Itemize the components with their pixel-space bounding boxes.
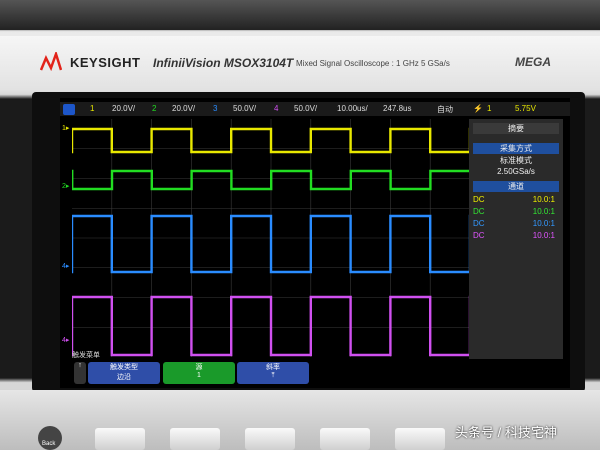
channel-header: 通道: [473, 181, 559, 192]
ch2-number[interactable]: 2: [152, 104, 156, 113]
acq-mode-value: 标准模式: [500, 156, 532, 165]
ch1-scale[interactable]: 20.0V/: [112, 104, 135, 113]
background-cables: [0, 0, 600, 30]
hw-softkey-4[interactable]: [320, 428, 370, 450]
hw-softkey-3[interactable]: [245, 428, 295, 450]
ch4-probe: 10.0:1: [532, 231, 555, 240]
trigger-source[interactable]: 1: [487, 104, 491, 113]
back-button-label: Back: [42, 441, 56, 447]
brand-name: KEYSIGHT: [70, 55, 141, 70]
status-bar: 1 20.0V/ 2 20.0V/ 3 50.0V/ 4 50.0V/ 10.0…: [60, 102, 570, 116]
hw-softkey-2[interactable]: [170, 428, 220, 450]
trigger-source-label: 源: [195, 364, 203, 371]
trigger-slope-softkey[interactable]: 斜率 ⤒: [237, 362, 309, 384]
ch1-number[interactable]: 1: [90, 104, 94, 113]
summary-title[interactable]: 摘要: [473, 123, 559, 134]
acq-mode[interactable]: 自动: [437, 104, 453, 115]
menu-up-button[interactable]: ↑: [74, 362, 86, 384]
ch2-ground-marker[interactable]: 2▸: [62, 182, 69, 190]
ch3-number[interactable]: 3: [213, 104, 217, 113]
ch1-summary: DC 10.0:1: [473, 195, 559, 206]
trigger-edge-icon: ⚡: [473, 104, 483, 113]
timebase[interactable]: 10.00us/: [337, 104, 368, 113]
keysight-logo-icon: [40, 52, 62, 72]
model-spec: Mixed Signal Oscilloscope : 1 GHz 5 GSa/…: [296, 59, 450, 68]
trigger-type-label: 触发类型: [110, 364, 138, 371]
ch1-probe: 10.0:1: [532, 195, 555, 204]
ch2-scale[interactable]: 20.0V/: [172, 104, 195, 113]
summary-panel: 摘要 采集方式 标准模式 2.50GSa/s 通道 DC 10.0:1 DC 10.…: [469, 119, 563, 359]
trigger-menu-title: 触发菜单: [72, 352, 100, 359]
ch3-scale[interactable]: 50.0V/: [233, 104, 256, 113]
ch1-ground-marker[interactable]: 1▸: [62, 124, 69, 132]
ch4-summary: DC 10.0:1: [473, 231, 559, 242]
trigger-slope-label: 斜率: [266, 364, 280, 371]
trigger-type-value: 边沿: [117, 374, 131, 381]
ch3-summary: DC 10.0:1: [473, 219, 559, 230]
acq-header: 采集方式: [473, 143, 559, 154]
ch3-coupling: DC: [473, 219, 485, 228]
model-name: InfiniiVision MSOX3104T: [153, 56, 294, 70]
ch3-ground-marker[interactable]: 4▸: [62, 262, 69, 270]
rising-edge-icon: ⤒: [271, 372, 275, 379]
watermark: 头条号 / 科技宅神: [455, 425, 557, 440]
ch3-probe: 10.0:1: [532, 219, 555, 228]
trigger-source-value: 1: [197, 372, 201, 379]
ch4-scale[interactable]: 50.0V/: [294, 104, 317, 113]
waveform-display: [72, 119, 470, 357]
sample-rate: 2.50GSa/s: [497, 167, 535, 176]
hw-softkey-5[interactable]: [395, 428, 445, 450]
trigger-source-softkey[interactable]: 源 1: [163, 362, 235, 384]
trigger-type-softkey[interactable]: 触发类型 边沿: [88, 362, 160, 384]
hw-softkey-1[interactable]: [95, 428, 145, 450]
trigger-level[interactable]: 5.75V: [515, 104, 536, 113]
ch4-ground-marker[interactable]: 4▸: [62, 336, 69, 344]
ch1-coupling: DC: [473, 195, 485, 204]
ch2-probe: 10.0:1: [532, 207, 555, 216]
delay[interactable]: 247.8us: [383, 104, 411, 113]
front-panel: [0, 390, 600, 450]
ch2-summary: DC 10.0:1: [473, 207, 559, 218]
ch4-coupling: DC: [473, 231, 485, 240]
menu-home-icon[interactable]: [63, 104, 75, 115]
mega-zoom-logo: MEGA: [515, 55, 551, 69]
ch4-number[interactable]: 4: [274, 104, 278, 113]
ch2-coupling: DC: [473, 207, 485, 216]
